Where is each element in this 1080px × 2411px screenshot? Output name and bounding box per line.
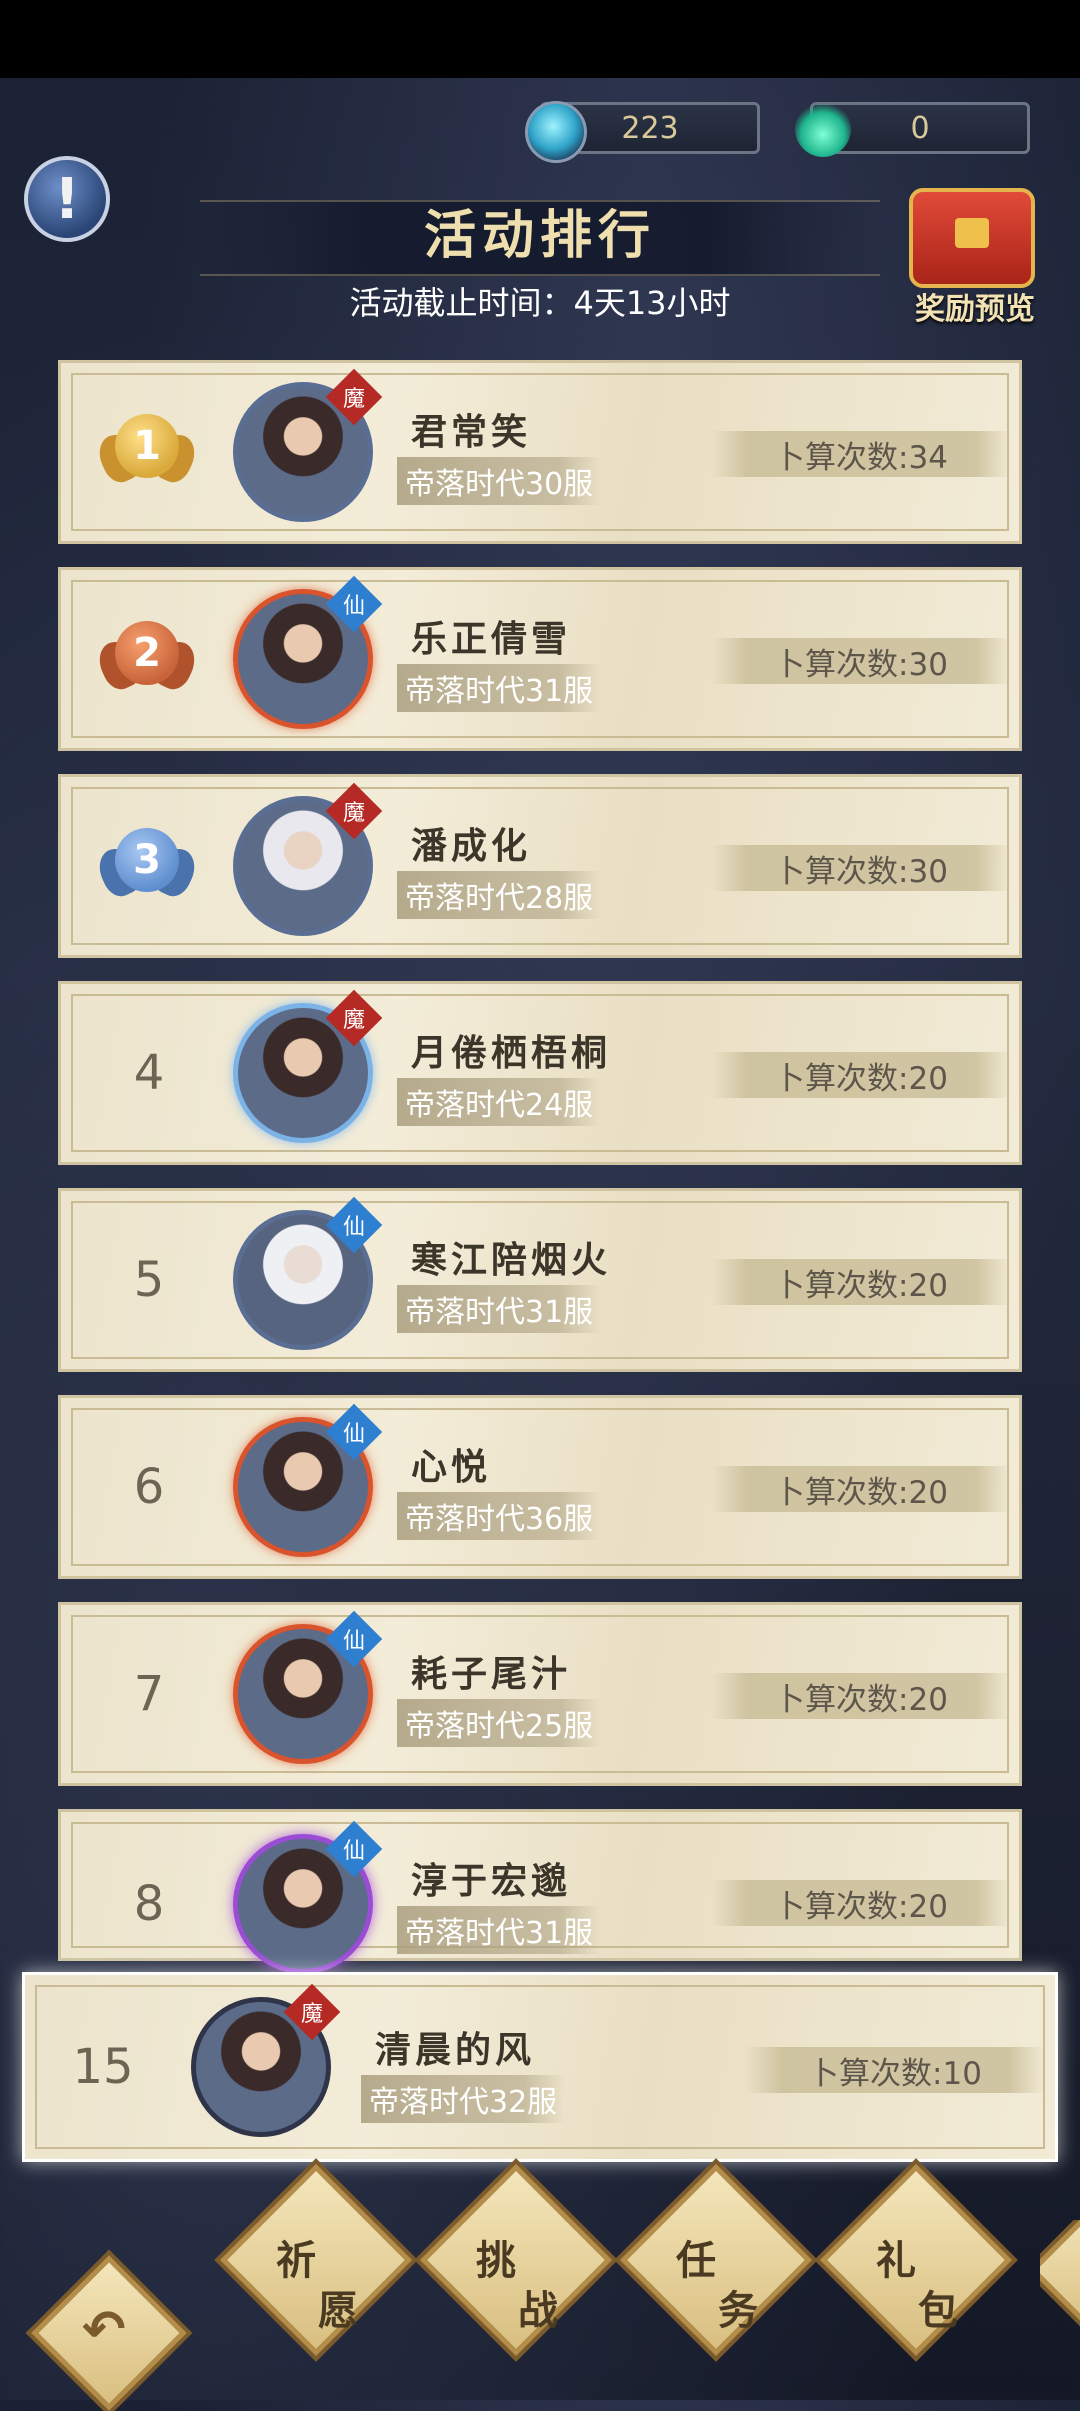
player-avatar[interactable]: 仙 <box>233 1403 383 1557</box>
my-rank-number: 15 <box>72 2039 134 2095</box>
currency-orb-pill[interactable]: 223 <box>525 101 760 163</box>
player-name: 乐正倩雪 <box>411 618 572 660</box>
reward-preview-button[interactable]: 奖励预览 <box>895 178 1055 328</box>
faction-badge-mo: 魔 <box>325 989 383 1047</box>
faction-badge-xian: 仙 <box>325 575 383 633</box>
player-name: 淳于宏邈 <box>411 1860 572 1902</box>
rank-number: 7 <box>133 1666 165 1722</box>
faction-badge-mo: 魔 <box>325 782 383 840</box>
faction-badge-xian: 仙 <box>325 1196 383 1254</box>
nav-task-button[interactable] <box>619 2163 813 2357</box>
rank-number: 5 <box>133 1252 165 1308</box>
ranking-row[interactable]: 6 仙 心悦 帝落时代36服 卜算次数:20 <box>58 1395 1022 1579</box>
ranking-row[interactable]: 8 仙 淳于宏邈 帝落时代31服 卜算次数:20 <box>58 1809 1022 1974</box>
player-avatar[interactable]: 魔 <box>233 782 383 936</box>
rank-number: 6 <box>133 1459 165 1515</box>
player-server: 帝落时代31服 <box>397 1906 602 1954</box>
orb-currency-value: 223 <box>621 110 679 146</box>
player-server: 帝落时代30服 <box>397 457 602 505</box>
my-name: 清晨的风 <box>375 2029 536 2071</box>
player-name: 耗子尾汁 <box>411 1653 572 1695</box>
rank-number: 4 <box>133 1045 165 1101</box>
gift-seal <box>955 218 989 248</box>
player-name: 君常笑 <box>411 411 532 453</box>
player-avatar[interactable]: 魔 <box>233 989 383 1143</box>
player-server: 帝落时代31服 <box>397 664 602 712</box>
back-arrow-icon: ↶ <box>82 2300 126 2360</box>
my-divination-count: 卜算次数:10 <box>745 2047 1045 2093</box>
divination-count: 卜算次数:20 <box>711 1259 1011 1305</box>
player-name: 潘成化 <box>411 825 532 867</box>
nav-more-button[interactable] <box>1040 2220 1080 2330</box>
ranking-row[interactable]: 1 魔 君常笑 帝落时代30服 卜算次数:34 <box>58 360 1022 544</box>
nav-wish-button[interactable] <box>219 2163 413 2357</box>
status-bar <box>0 0 1080 78</box>
divination-count: 卜算次数:20 <box>711 1880 1011 1926</box>
divination-count: 卜算次数:30 <box>711 845 1011 891</box>
divination-count: 卜算次数:20 <box>711 1052 1011 1098</box>
faction-badge-xian: 仙 <box>325 1820 383 1878</box>
bronze-medal-icon: 2 <box>92 613 202 705</box>
faction-badge-xian: 仙 <box>325 1610 383 1668</box>
faction-badge-mo: 魔 <box>325 368 383 426</box>
faction-badge-xian: 仙 <box>325 1403 383 1461</box>
ranking-row[interactable]: 5 仙 寒江陪烟火 帝落时代31服 卜算次数:20 <box>58 1188 1022 1372</box>
nav-gift-button[interactable] <box>819 2163 1013 2357</box>
player-avatar[interactable]: 仙 <box>233 575 383 729</box>
player-server: 帝落时代36服 <box>397 1492 602 1540</box>
green-flame-icon <box>795 101 851 157</box>
player-avatar[interactable]: 仙 <box>233 1196 383 1350</box>
ranking-row[interactable]: 4 魔 月倦栖梧桐 帝落时代24服 卜算次数:20 <box>58 981 1022 1165</box>
player-name: 寒江陪烟火 <box>411 1239 612 1281</box>
blue-medal-icon: 3 <box>92 820 202 912</box>
player-avatar[interactable]: 仙 <box>233 1820 383 1974</box>
ranking-row[interactable]: 3 魔 潘成化 帝落时代28服 卜算次数:30 <box>58 774 1022 958</box>
divination-count: 卜算次数:20 <box>711 1673 1011 1719</box>
ranking-row[interactable]: 7 仙 耗子尾汁 帝落时代25服 卜算次数:20 <box>58 1602 1022 1786</box>
player-name: 心悦 <box>411 1446 492 1488</box>
currency-flame-pill[interactable]: 0 <box>795 101 1030 157</box>
gold-medal-icon: 1 <box>92 406 202 498</box>
reward-preview-label: 奖励预览 <box>915 292 1035 327</box>
player-server: 帝落时代31服 <box>397 1285 602 1333</box>
my-server: 帝落时代32服 <box>361 2075 566 2123</box>
nav-challenge-button[interactable] <box>419 2163 613 2357</box>
player-server: 帝落时代25服 <box>397 1699 602 1747</box>
divination-count: 卜算次数:34 <box>711 431 1011 477</box>
player-avatar[interactable]: 仙 <box>233 1610 383 1764</box>
divination-count: 卜算次数:20 <box>711 1466 1011 1512</box>
faction-badge-mo: 魔 <box>283 1983 341 2041</box>
flame-currency-value: 0 <box>910 110 930 146</box>
blue-orb-icon <box>525 101 587 163</box>
divination-count: 卜算次数:30 <box>711 638 1011 684</box>
player-server: 帝落时代24服 <box>397 1078 602 1126</box>
player-name: 月倦栖梧桐 <box>411 1032 612 1074</box>
my-avatar[interactable]: 魔 <box>191 1983 341 2137</box>
player-server: 帝落时代28服 <box>397 871 602 919</box>
my-rank-row[interactable]: 15 魔 清晨的风 帝落时代32服 卜算次数:10 <box>22 1972 1058 2162</box>
player-avatar[interactable]: 魔 <box>233 368 383 522</box>
ranking-row[interactable]: 2 仙 乐正倩雪 帝落时代31服 卜算次数:30 <box>58 567 1022 751</box>
rank-number: 8 <box>133 1876 165 1932</box>
